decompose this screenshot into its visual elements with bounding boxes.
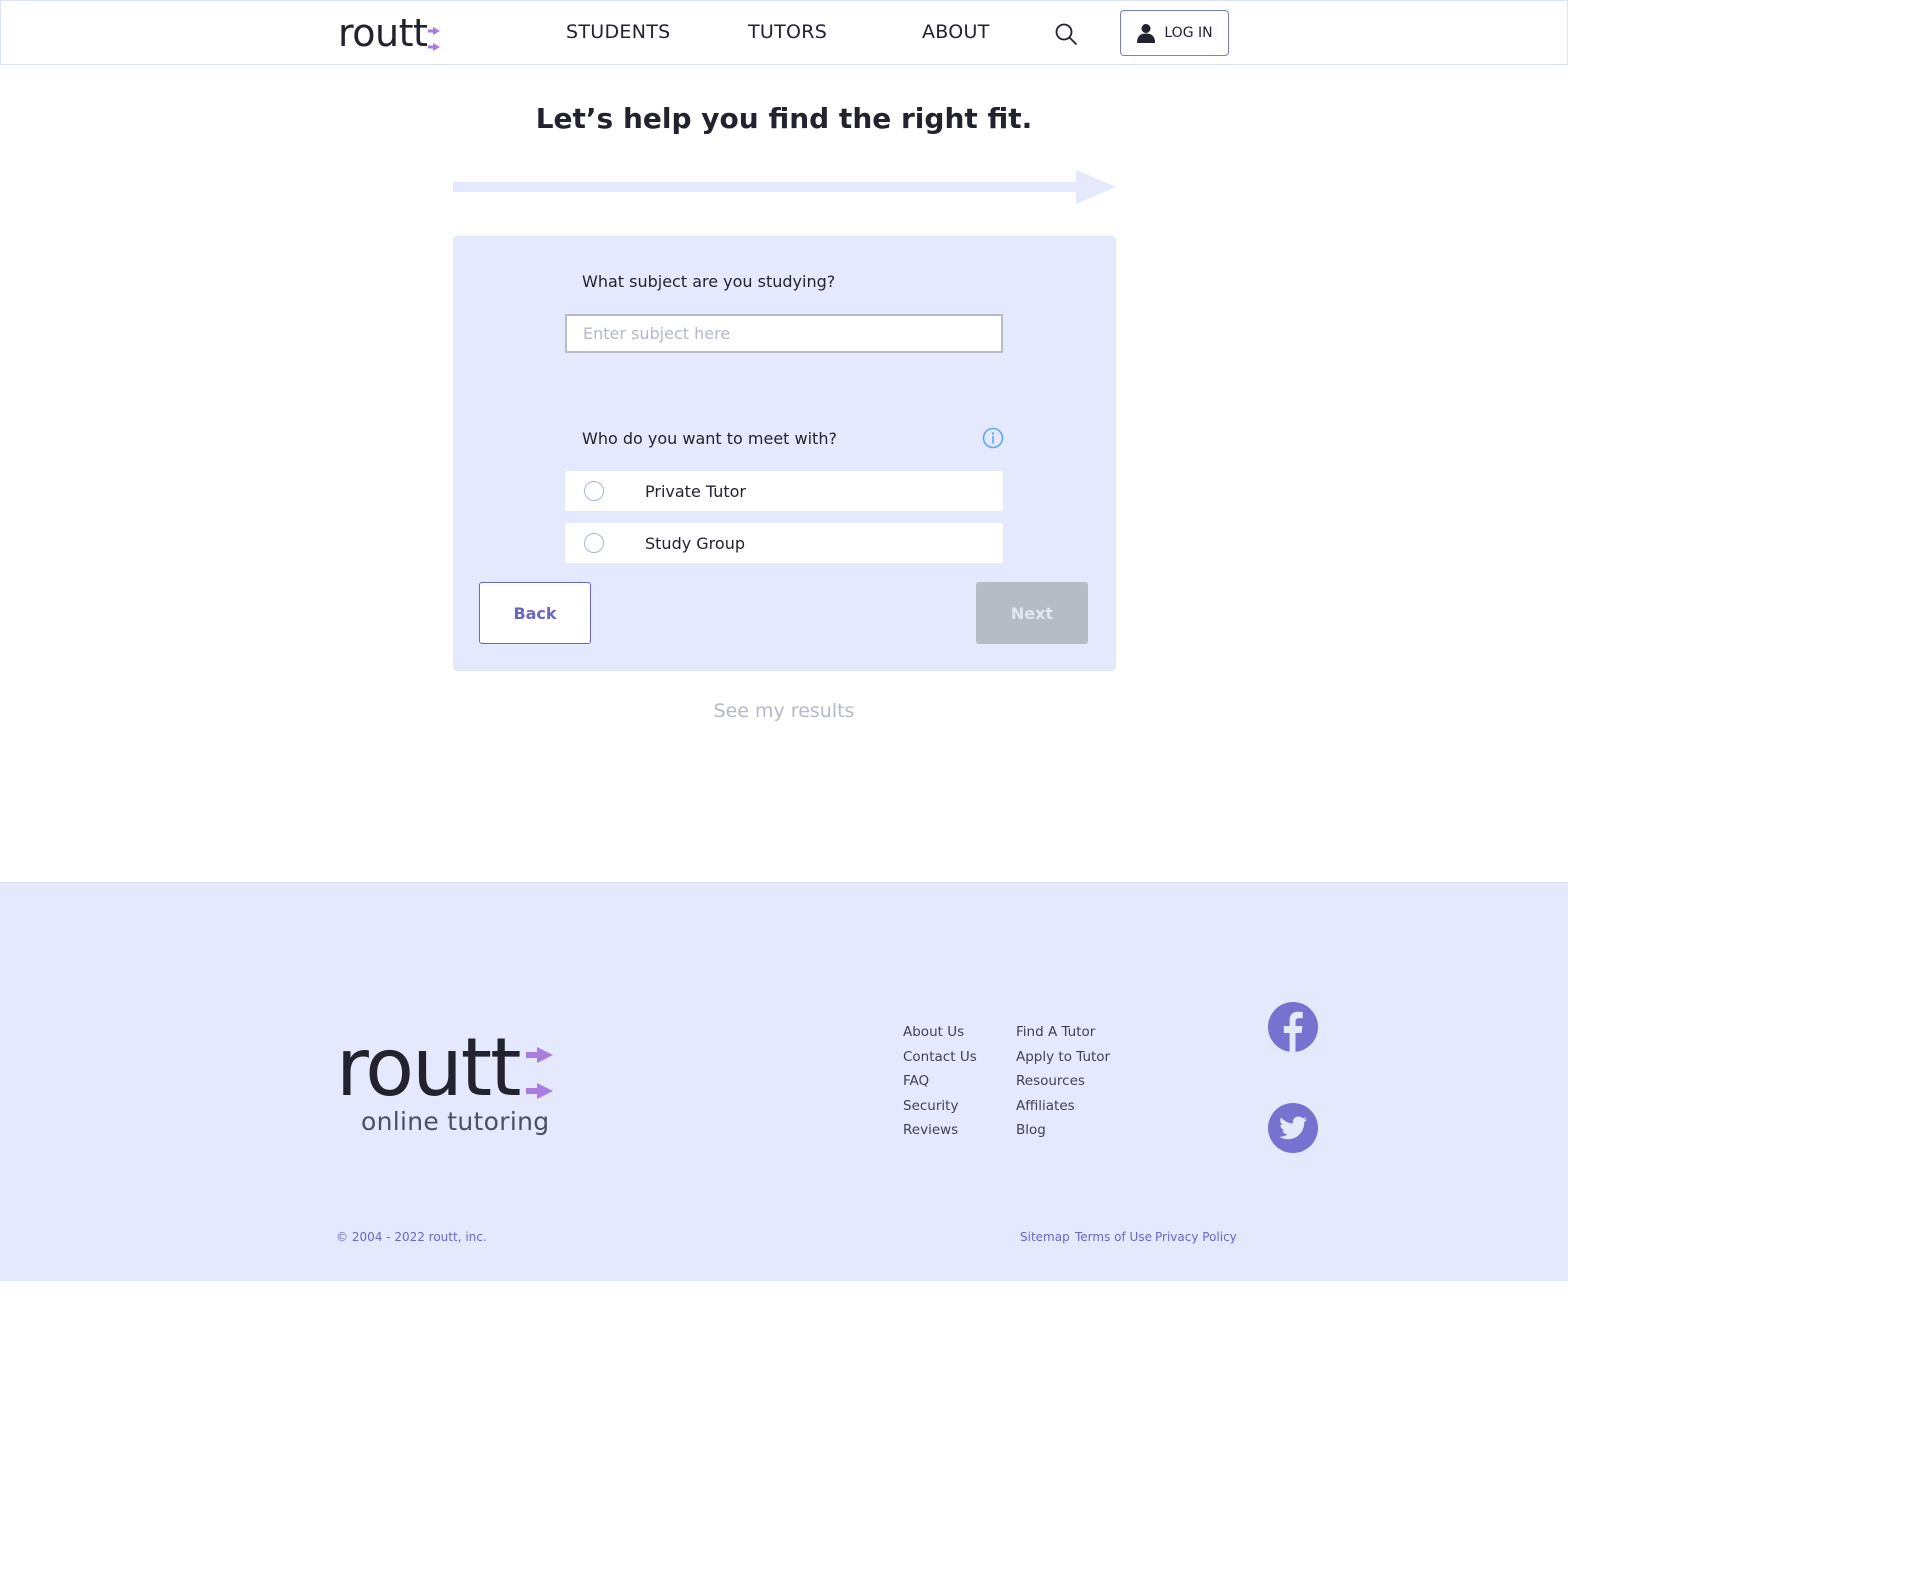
- twitter-link[interactable]: [1268, 1103, 1318, 1153]
- page-title: Let’s help you find the right fit.: [535, 102, 1033, 135]
- option-label: Study Group: [645, 533, 745, 553]
- logo-arrows-icon: [526, 1047, 553, 1099]
- logo-arrows-icon: [428, 27, 441, 51]
- footer-link-faq[interactable]: FAQ: [903, 1072, 977, 1091]
- footer-link-affiliates[interactable]: Affiliates: [1016, 1097, 1110, 1116]
- facebook-link[interactable]: [1268, 1002, 1318, 1052]
- back-button[interactable]: Back: [479, 582, 591, 644]
- footer-link-blog[interactable]: Blog: [1016, 1121, 1110, 1140]
- meet-question: Who do you want to meet with?: [582, 429, 837, 448]
- footer-link-find-a-tutor[interactable]: Find A Tutor: [1016, 1023, 1110, 1042]
- sitemap-link[interactable]: Sitemap: [1020, 1230, 1070, 1244]
- nav-about[interactable]: ABOUT: [922, 21, 990, 43]
- site-header: routt STUDENTS TUTORS ABOUT LOG IN: [0, 0, 1568, 65]
- nav-tutors[interactable]: TUTORS: [748, 21, 827, 43]
- nav-students[interactable]: STUDENTS: [566, 21, 671, 43]
- search-button[interactable]: [1053, 21, 1079, 47]
- user-icon: [1137, 24, 1156, 43]
- radio-study-group[interactable]: [584, 533, 604, 553]
- questionnaire-card: What subject are you studying? Who do yo…: [453, 236, 1116, 671]
- facebook-icon: [1283, 1011, 1303, 1052]
- progress-arrow: [453, 170, 1116, 204]
- footer-links-company: About Us Contact Us FAQ Security Reviews: [903, 1023, 977, 1140]
- privacy-policy-link[interactable]: Privacy Policy: [1155, 1230, 1237, 1244]
- login-label: LOG IN: [1164, 25, 1213, 41]
- option-private-tutor[interactable]: Private Tutor: [565, 471, 1003, 511]
- login-button[interactable]: LOG IN: [1120, 10, 1229, 56]
- logo-wordmark: routt: [338, 11, 428, 55]
- footer-link-reviews[interactable]: Reviews: [903, 1121, 977, 1140]
- see-results-link[interactable]: See my results: [0, 700, 1568, 722]
- subject-question: What subject are you studying?: [582, 272, 836, 291]
- terms-of-use-link[interactable]: Terms of Use: [1075, 1230, 1152, 1244]
- subject-input[interactable]: [565, 314, 1003, 353]
- next-button[interactable]: Next: [976, 582, 1088, 644]
- header-logo[interactable]: routt: [338, 11, 441, 55]
- option-study-group[interactable]: Study Group: [565, 523, 1003, 563]
- footer-link-security[interactable]: Security: [903, 1097, 977, 1116]
- footer-logo[interactable]: routt online tutoring: [336, 1021, 566, 1136]
- footer-link-contact-us[interactable]: Contact Us: [903, 1048, 977, 1067]
- radio-private-tutor[interactable]: [584, 481, 604, 501]
- footer-tagline: online tutoring: [361, 1107, 550, 1136]
- footer-link-about-us[interactable]: About Us: [903, 1023, 977, 1042]
- info-icon[interactable]: [982, 427, 1004, 449]
- twitter-icon: [1279, 1116, 1307, 1140]
- option-label: Private Tutor: [645, 481, 746, 501]
- site-footer: routt online tutoring About Us Contact U…: [0, 882, 1568, 1281]
- copyright-text: © 2004 - 2022 routt, inc.: [336, 1230, 487, 1244]
- footer-link-apply-to-tutor[interactable]: Apply to Tutor: [1016, 1048, 1110, 1067]
- footer-links-services: Find A Tutor Apply to Tutor Resources Af…: [1016, 1023, 1110, 1140]
- footer-logo-wordmark: routt: [336, 1021, 522, 1114]
- search-icon: [1055, 23, 1077, 45]
- footer-link-resources[interactable]: Resources: [1016, 1072, 1110, 1091]
